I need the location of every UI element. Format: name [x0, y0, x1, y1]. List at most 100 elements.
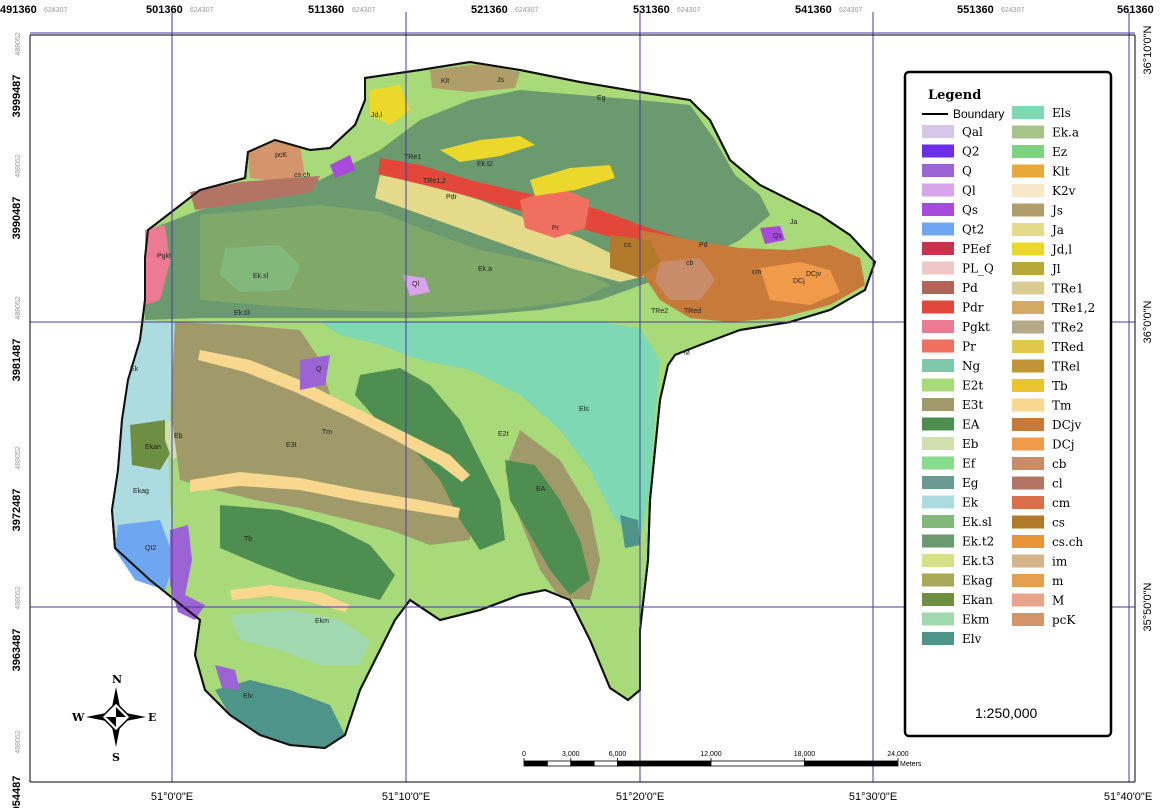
scale-unit: Meters — [900, 761, 922, 768]
legend-swatch — [1012, 223, 1044, 236]
map-unit-label: cs — [624, 242, 632, 249]
legend-swatch — [1012, 379, 1044, 392]
map-unit-label: Ek — [130, 366, 139, 373]
map-unit-label: Ek.t3 — [234, 310, 250, 317]
legend-swatch — [922, 183, 954, 197]
map-unit-label: Ekan — [145, 444, 161, 451]
northing-sublabel: 488052 — [15, 446, 22, 469]
legend-item-label: Js — [1050, 204, 1063, 218]
legend-item-label: PL_Q — [962, 262, 994, 276]
legend-swatch — [922, 495, 954, 509]
legend-swatch — [1012, 398, 1044, 412]
legend-item: Tm — [1012, 398, 1072, 413]
legend-item: M — [1012, 593, 1064, 608]
legend-item-label: cs.ch — [1052, 535, 1083, 549]
legend-swatch — [1012, 262, 1044, 275]
legend-item-label: EA — [962, 418, 980, 432]
legend-swatch — [922, 476, 954, 489]
northing-label: 3990487 — [11, 197, 23, 240]
latitude-labels: 36°10'0"N 36°0'0"N 35°50'0"N — [1142, 25, 1154, 631]
map-unit-label: Elv — [243, 693, 253, 700]
legend-swatch — [1012, 437, 1044, 451]
scale-segment — [523, 760, 548, 767]
legend-swatch — [1012, 457, 1044, 470]
easting-label: 531360 — [633, 4, 670, 16]
legend-item-label: Ekan — [962, 593, 993, 607]
map-area — [110, 60, 877, 750]
legend-item-label: Ek.t3 — [962, 554, 994, 568]
easting-label: 511360 — [308, 4, 344, 16]
scale-segment — [617, 760, 712, 767]
legend-swatch — [1012, 359, 1044, 373]
legend-swatch — [922, 203, 954, 216]
legend-item: DCj — [1012, 437, 1075, 452]
compass-n: N — [112, 673, 122, 686]
legend-item-label: TRed — [1052, 340, 1084, 354]
legend-swatch — [1012, 106, 1044, 119]
legend-item-label: M — [1052, 594, 1064, 608]
legend-item: Qt2 — [922, 222, 984, 237]
northing-label: 3963487 — [11, 629, 23, 672]
legend-swatch — [922, 125, 954, 138]
scale-tick-label: 12,000 — [700, 751, 722, 758]
legend-item: Ng — [922, 359, 981, 373]
legend-item: E2t — [922, 378, 983, 393]
legend-swatch — [1012, 515, 1044, 529]
legend-item-label: Ekag — [962, 574, 993, 588]
map-unit-label: Ja — [790, 219, 798, 226]
legend-item-label: cl — [1052, 477, 1063, 491]
northing-label: 954487 — [11, 776, 23, 808]
legend-swatch — [922, 398, 954, 411]
legend-item: m — [1012, 574, 1064, 588]
legend-swatch — [1012, 320, 1044, 334]
legend-swatch — [1012, 340, 1044, 353]
legend-item-label: Q — [962, 164, 972, 178]
map-unit-label: Ek.a — [478, 266, 492, 273]
map-unit-label: DCjv — [806, 271, 822, 278]
legend-item-label: TRel — [1052, 360, 1080, 374]
northing-label: 3999487 — [11, 75, 23, 118]
legend-swatch — [922, 242, 954, 255]
map-unit-label: Eg — [597, 95, 606, 102]
easting-sublabel: 624307 — [44, 7, 67, 14]
legend-swatch — [1012, 574, 1044, 587]
legend-swatch — [1012, 593, 1044, 607]
legend-item-label: Eb — [962, 437, 979, 451]
easting-labels: 491360 624307 501360 624307 511360 624307 5213… — [0, 4, 1154, 16]
legend-item-label: DCj — [1052, 438, 1075, 452]
map-unit-label: Qt2 — [145, 545, 156, 552]
legend-item: Ez — [1012, 145, 1067, 159]
legend-item-label: Tm — [1052, 399, 1072, 413]
map-unit-label: Ql — [412, 281, 419, 288]
legend-swatch — [922, 339, 954, 353]
legend-swatch — [922, 320, 954, 333]
scale-tick-label: 3,000 — [562, 751, 580, 758]
legend-item: TRe1,2 — [1012, 301, 1095, 315]
map-unit-label: pcK — [275, 152, 287, 159]
legend-swatch — [1012, 613, 1044, 626]
map-unit-label: Pgkt — [157, 253, 171, 260]
legend-item-label: Klt — [1052, 165, 1070, 179]
legend-item: Elv — [922, 632, 982, 646]
map-unit-label: Js — [497, 77, 505, 84]
legend-item: Els — [1012, 106, 1071, 120]
easting-sublabel: 624307 — [515, 7, 538, 14]
easting-label: 491360 — [0, 4, 37, 16]
legend-item: Q — [922, 164, 972, 178]
easting-sublabel: 624307 — [677, 7, 700, 14]
longitude-label: 51°20'0"E — [616, 791, 664, 803]
map-unit-label: Pdr — [446, 194, 458, 201]
map-unit-label: Ek.t2 — [477, 161, 493, 168]
easting-label: 551360 — [957, 4, 994, 16]
legend-item: cl — [1012, 476, 1063, 491]
legend-swatch — [1012, 184, 1044, 197]
scale-tick-label: 6,000 — [609, 751, 627, 758]
legend-item: Q2 — [922, 144, 979, 159]
legend-item: Ek — [922, 495, 979, 510]
legend-swatch — [1012, 476, 1044, 490]
legend-item: E3t — [922, 398, 983, 412]
legend-swatch — [922, 437, 954, 450]
latitude-label: 36°10'0"N — [1142, 25, 1154, 74]
legend-item: Ja — [1012, 223, 1064, 237]
legend-swatch — [922, 359, 954, 372]
